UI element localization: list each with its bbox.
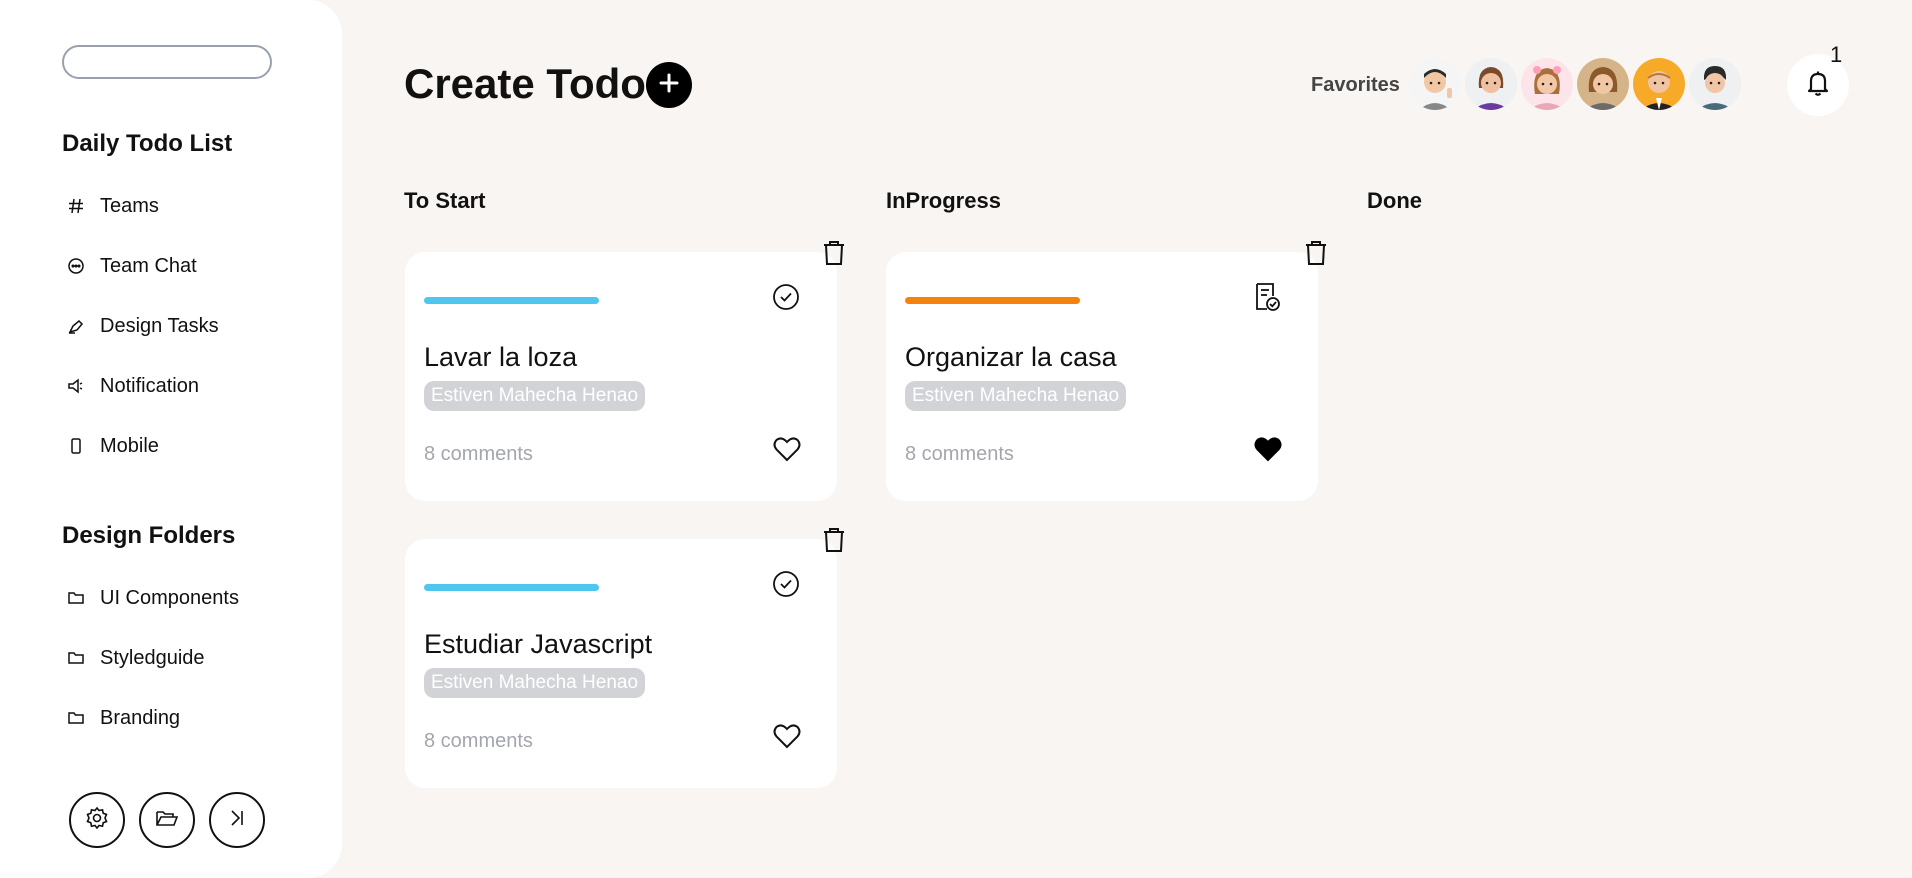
- delete-button[interactable]: [820, 527, 848, 557]
- avatar[interactable]: [1689, 58, 1741, 110]
- folder-icon: [66, 708, 86, 728]
- todo-card[interactable]: Organizar la casa Estiven Mahecha Henao …: [886, 252, 1318, 501]
- sidebar-item-mobile[interactable]: Mobile: [66, 431, 159, 461]
- heart-filled-icon: [1254, 436, 1282, 467]
- heart-icon: [773, 723, 801, 754]
- heart-icon: [773, 436, 801, 467]
- todo-title: Organizar la casa: [905, 342, 1117, 372]
- chat-icon: [66, 256, 86, 276]
- todo-title: Estudiar Javascript: [424, 629, 653, 659]
- task-status-button[interactable]: [1252, 282, 1282, 317]
- folder-item-styledguide[interactable]: Styledguide: [66, 643, 205, 673]
- todo-title: Lavar la loza: [424, 342, 578, 372]
- delete-button[interactable]: [1302, 240, 1330, 270]
- collapse-icon: [224, 805, 250, 836]
- favorite-button[interactable]: [772, 436, 802, 466]
- folder-open-icon: [154, 805, 180, 836]
- favorite-button[interactable]: [772, 723, 802, 753]
- assignee-chip: Estiven Mahecha Henao: [424, 668, 646, 698]
- delete-button[interactable]: [820, 240, 848, 270]
- comments-count[interactable]: 8 comments: [424, 730, 533, 753]
- create-todo-button[interactable]: [646, 62, 692, 108]
- sidebar-item-notification[interactable]: Notification: [66, 371, 199, 401]
- sidebar-item-label: Notification: [100, 374, 199, 397]
- mobile-icon: [66, 436, 86, 456]
- settings-button[interactable]: [69, 792, 125, 848]
- megaphone-icon: [66, 376, 86, 396]
- folder-item-label: Branding: [100, 706, 181, 729]
- comments-count[interactable]: 8 comments: [424, 443, 533, 466]
- open-folder-button[interactable]: [139, 792, 195, 848]
- folder-item-label: UI Components: [100, 586, 239, 609]
- assignee-chip: Estiven Mahecha Henao: [905, 381, 1127, 411]
- folder-icon: [66, 588, 86, 608]
- mark-complete-button[interactable]: [771, 570, 801, 603]
- trash-icon: [1303, 239, 1329, 272]
- sidebar: Daily Todo List Teams Team Chat Design T…: [0, 0, 342, 878]
- search-input[interactable]: [62, 45, 272, 79]
- pen-icon: [66, 316, 86, 336]
- hash-icon: [66, 196, 86, 216]
- avatar[interactable]: [1409, 58, 1461, 110]
- assignee-chip: Estiven Mahecha Henao: [424, 381, 646, 411]
- collapse-sidebar-button[interactable]: [209, 792, 265, 848]
- sidebar-item-label: Design Tasks: [100, 314, 219, 337]
- sidebar-item-team-chat[interactable]: Team Chat: [66, 251, 197, 281]
- page-title: Create Todo: [404, 60, 646, 107]
- column-title-to-start: To Start: [404, 188, 486, 213]
- check-circle-icon: [772, 570, 800, 603]
- favorites-label: Favorites: [1311, 74, 1400, 96]
- folder-item-branding[interactable]: Branding: [66, 703, 180, 733]
- avatar[interactable]: [1521, 58, 1573, 110]
- gear-icon: [84, 805, 110, 836]
- priority-bar: [424, 297, 599, 304]
- task-list-icon: [1253, 282, 1281, 317]
- folder-icon: [66, 648, 86, 668]
- comments-count[interactable]: 8 comments: [905, 443, 1014, 466]
- favorite-button[interactable]: [1253, 436, 1283, 466]
- priority-bar: [905, 297, 1080, 304]
- column-title-in-progress: InProgress: [886, 188, 1001, 213]
- sidebar-item-label: Team Chat: [100, 254, 197, 277]
- section-title-design-folders: Design Folders: [62, 522, 236, 549]
- column-title-done: Done: [1367, 188, 1422, 213]
- avatar[interactable]: [1577, 58, 1629, 110]
- sidebar-item-teams[interactable]: Teams: [66, 191, 159, 221]
- sidebar-item-design-tasks[interactable]: Design Tasks: [66, 311, 219, 341]
- todo-card[interactable]: Lavar la loza Estiven Mahecha Henao 8 co…: [405, 252, 837, 501]
- folder-item-ui-components[interactable]: UI Components: [66, 583, 239, 613]
- section-title-daily-todo: Daily Todo List: [62, 130, 233, 157]
- avatar[interactable]: [1633, 58, 1685, 110]
- notification-count: 1: [1830, 42, 1843, 67]
- plus-icon: [657, 71, 681, 100]
- avatar[interactable]: [1465, 58, 1517, 110]
- trash-icon: [821, 239, 847, 272]
- trash-icon: [821, 526, 847, 559]
- check-circle-icon: [772, 283, 800, 316]
- sidebar-item-label: Teams: [100, 194, 159, 217]
- bell-icon: [1803, 68, 1833, 103]
- sidebar-item-label: Mobile: [100, 434, 159, 457]
- folder-item-label: Styledguide: [100, 646, 205, 669]
- mark-complete-button[interactable]: [771, 283, 801, 316]
- priority-bar: [424, 584, 599, 591]
- todo-card[interactable]: Estudiar Javascript Estiven Mahecha Hena…: [405, 539, 837, 788]
